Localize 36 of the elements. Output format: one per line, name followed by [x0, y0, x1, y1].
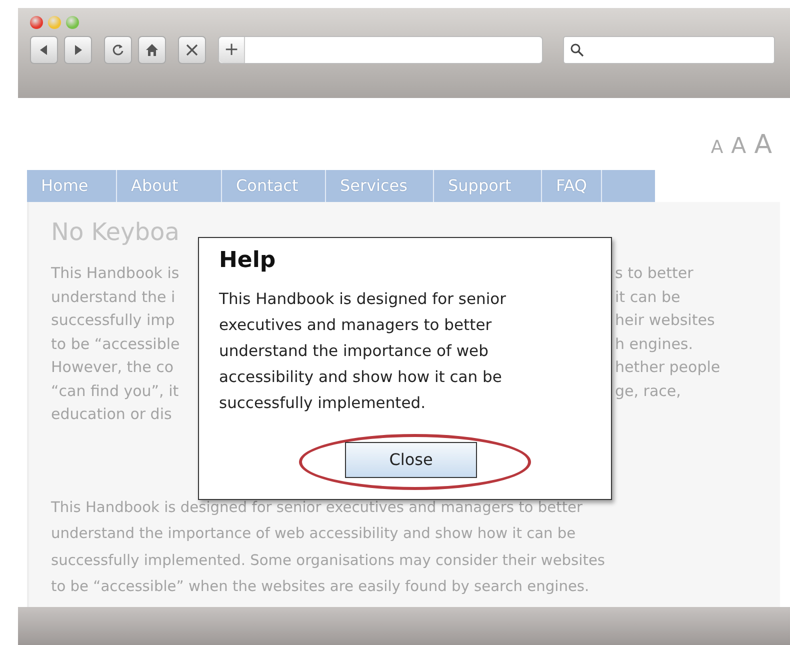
search-field[interactable] [563, 36, 775, 64]
dialog-text: This Handbook is designed for senior executives and managers to better understand the importance of web accessibility and show how it can be successfully implemented. [219, 289, 507, 414]
paragraph-text: it can be [615, 286, 680, 308]
paragraph-text: understand the importance of web accessibility and show how it can be [51, 524, 576, 544]
paragraph-text: heir websites [615, 310, 715, 331]
font-size-link[interactable]: A [731, 130, 746, 163]
address-bar[interactable]: + [218, 36, 543, 64]
paragraph-text: hether people [615, 357, 720, 378]
search-icon [570, 43, 584, 57]
reload-icon [110, 42, 126, 58]
reload-button[interactable] [104, 36, 132, 64]
close-button[interactable]: Close [345, 442, 477, 478]
paragraph-text: This Handbook is designed for senior executives and managers to better [51, 498, 583, 518]
close-window-icon[interactable] [30, 16, 43, 29]
close-icon [184, 42, 200, 58]
paragraph-text: However, the co [51, 357, 175, 378]
home-icon [144, 42, 160, 58]
forward-button[interactable] [64, 36, 92, 64]
paragraph-text: education or dis [51, 404, 173, 425]
paragraph-text: s to better [615, 263, 694, 284]
back-button[interactable] [30, 36, 58, 64]
paragraph-text: to be “accessible [51, 334, 181, 354]
paragraph-text: h engines. [615, 334, 694, 354]
paragraph-text: This Handbook is [51, 263, 180, 284]
new-tab-button[interactable]: + [219, 37, 245, 63]
paragraph-text: ge, race, [615, 380, 681, 402]
paragraph-text: “can find you”, it [51, 380, 180, 402]
font-size-link[interactable]: A [754, 126, 772, 165]
paragraph-text: understand the i [51, 286, 176, 308]
font-size-link[interactable]: A [710, 134, 724, 161]
home-button[interactable] [138, 36, 166, 64]
paragraph-text: successfully implemented. Some organisations may consider their websites [51, 550, 606, 570]
dialog-title: Help [219, 248, 277, 274]
paragraph-text: to be “accessible” when the websites are easily found by search engines. [51, 577, 590, 597]
paragraph-text: successfully imp [51, 310, 176, 331]
close-button[interactable] [178, 36, 206, 64]
